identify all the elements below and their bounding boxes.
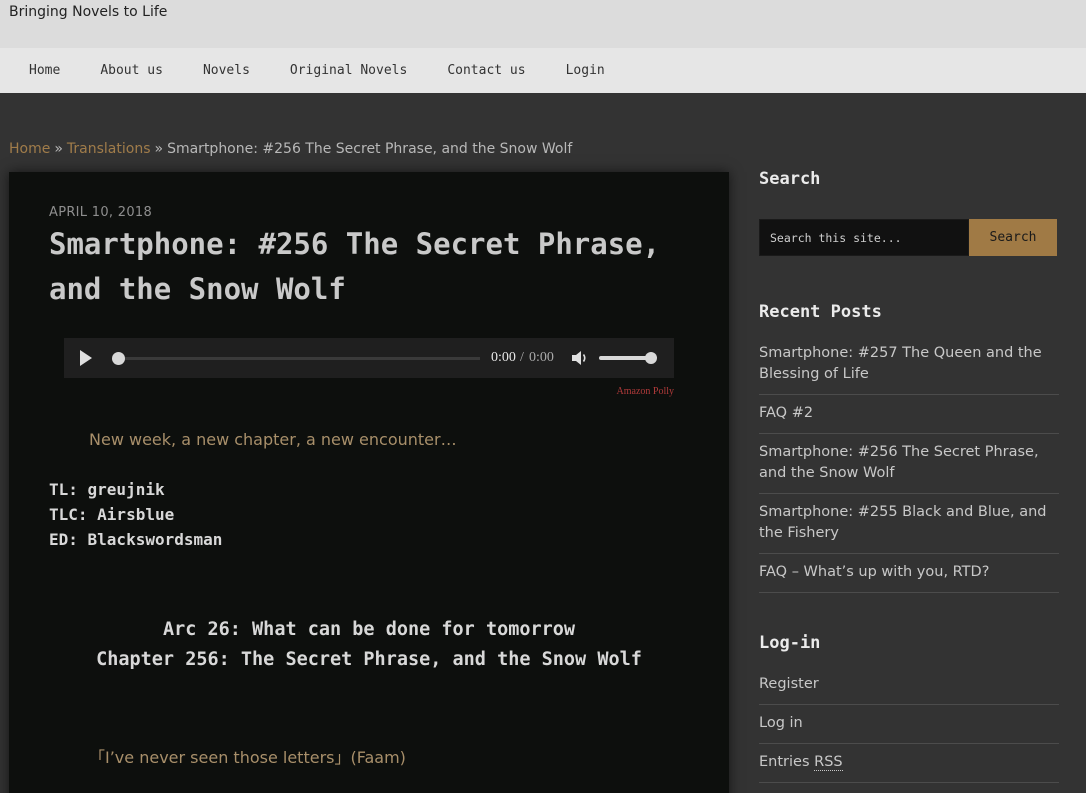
nav-list: Home About us Novels Original Novels Con… <box>0 48 1086 93</box>
audio-time-separator: / <box>520 350 524 365</box>
entries-rss-label: Entries <box>759 754 810 770</box>
breadcrumb-current: Smartphone: #256 The Secret Phrase, and … <box>167 141 573 157</box>
credit-tl: TL: greujnik <box>49 480 165 499</box>
site-header: Bringing Novels to Life <box>0 0 1086 48</box>
breadcrumb-translations-link[interactable]: Translations <box>67 141 151 157</box>
recent-post-link[interactable]: Smartphone: #255 Black and Blue, and the… <box>759 494 1059 554</box>
play-icon[interactable] <box>80 350 92 366</box>
arc-title: Arc 26: What can be done for tomorrow <box>162 619 576 640</box>
search-input[interactable] <box>759 219 969 256</box>
seek-bar[interactable] <box>118 357 480 360</box>
post-article: April 10, 2018 Smartphone: #256 The Secr… <box>9 172 729 793</box>
recent-post-link[interactable]: Smartphone: #257 The Queen and the Bless… <box>759 343 1059 395</box>
recent-post-link[interactable]: FAQ #2 <box>759 395 1059 434</box>
volume-handle[interactable] <box>645 352 657 364</box>
amazon-polly-credit[interactable]: Amazon Polly <box>584 386 675 397</box>
register-link[interactable]: Register <box>759 674 1059 705</box>
entries-rss-link[interactable]: Entries RSS <box>759 744 1059 783</box>
breadcrumb-separator: » <box>54 141 63 157</box>
audio-current-time: 0:00 <box>491 350 516 365</box>
recent-post-link[interactable]: Smartphone: #256 The Secret Phrase, and … <box>759 434 1059 494</box>
chapter-heading: Arc 26: What can be done for tomorrow Ch… <box>49 615 689 675</box>
volume-icon[interactable] <box>571 350 589 366</box>
volume-slider[interactable] <box>599 356 651 360</box>
nav-item-novels[interactable]: Novels <box>183 63 270 78</box>
login-widget-title: Log-in <box>759 633 821 653</box>
login-links-list: Register Log in Entries RSS <box>759 674 1059 783</box>
chapter-title: Chapter 256: The Secret Phrase, and the … <box>96 649 642 670</box>
recent-post-link[interactable]: FAQ – What’s up with you, RTD? <box>759 554 1059 593</box>
nav-item-home[interactable]: Home <box>9 63 80 78</box>
main-nav: Home About us Novels Original Novels Con… <box>0 48 1086 93</box>
nav-item-about-us[interactable]: About us <box>80 63 183 78</box>
rss-abbr: RSS <box>814 754 843 771</box>
post-title: Smartphone: #256 The Secret Phrase, and … <box>49 227 661 306</box>
search-button[interactable]: Search <box>969 219 1057 256</box>
post-date: April 10, 2018 <box>49 205 153 220</box>
audio-player: 0:00 / 0:00 <box>64 338 674 378</box>
breadcrumb: Home» Translations» Smartphone: #256 The S… <box>9 141 572 157</box>
nav-item-original-novels[interactable]: Original Novels <box>270 63 427 78</box>
nav-item-contact-us[interactable]: Contact us <box>427 63 545 78</box>
site-tagline: Bringing Novels to Life <box>9 4 168 20</box>
recent-posts-title: Recent Posts <box>759 302 882 322</box>
seek-handle[interactable] <box>111 352 125 365</box>
breadcrumb-separator: » <box>154 141 164 157</box>
translation-credits: TL: greujnik TLC: Airsblue ED: Blackswor… <box>49 477 222 552</box>
breadcrumb-home-link[interactable]: Home <box>9 141 50 157</box>
recent-posts-list: Smartphone: #257 The Queen and the Bless… <box>759 343 1059 593</box>
credit-tlc: TLC: Airsblue <box>49 505 175 524</box>
login-link[interactable]: Log in <box>759 705 1059 744</box>
audio-duration: 0:00 <box>529 350 554 365</box>
post-intro: New week, a new chapter, a new encounter… <box>89 430 457 449</box>
search-widget-title: Search <box>759 169 821 189</box>
credit-ed: ED: Blackswordsman <box>49 530 223 549</box>
post-first-line: 「I’ve never seen those letters」(Faam) <box>89 748 406 767</box>
nav-item-login[interactable]: Login <box>546 63 625 78</box>
